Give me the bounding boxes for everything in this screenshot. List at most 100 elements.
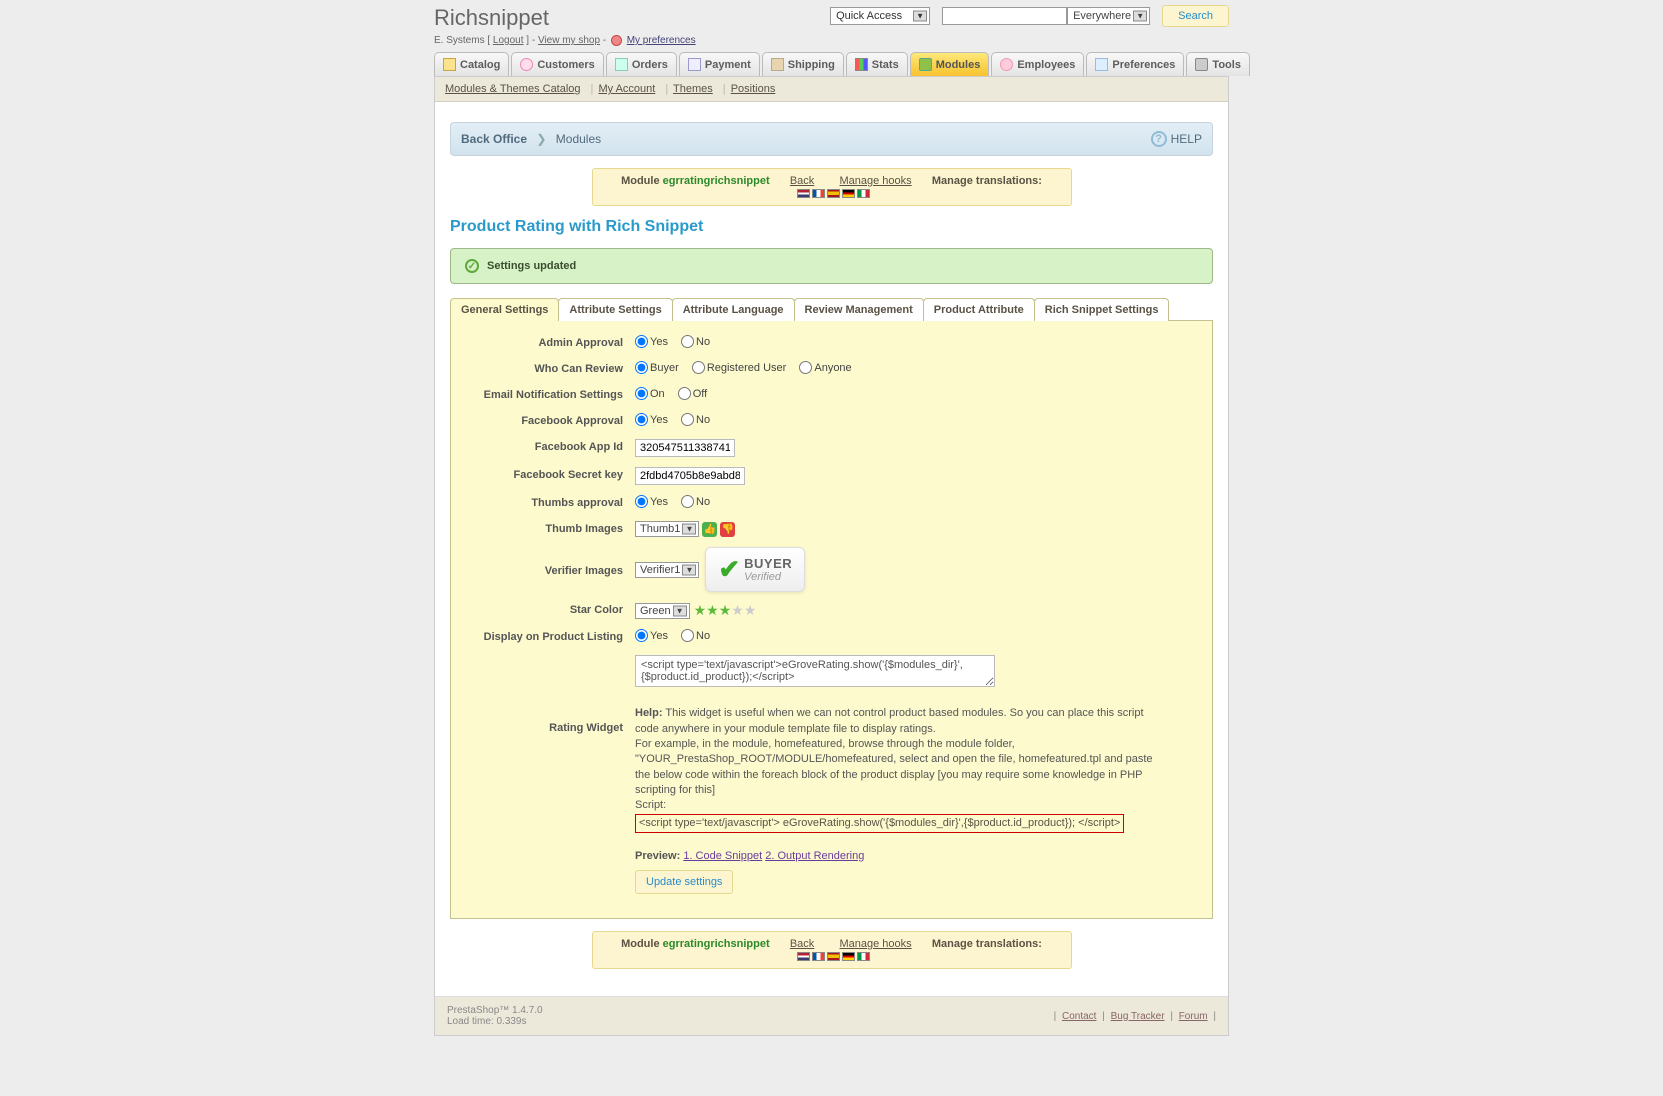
- update-settings-button[interactable]: Update settings: [635, 870, 733, 894]
- truck-icon: [771, 58, 784, 71]
- stab-rich-snippet[interactable]: Rich Snippet Settings: [1034, 298, 1170, 321]
- tab-payment[interactable]: Payment: [679, 52, 760, 76]
- star-color-select[interactable]: Green: [635, 603, 690, 619]
- stab-attribute-language[interactable]: Attribute Language: [672, 298, 795, 321]
- tab-tools[interactable]: Tools: [1186, 52, 1250, 76]
- stab-product-attribute[interactable]: Product Attribute: [923, 298, 1035, 321]
- search-input[interactable]: [942, 7, 1067, 25]
- subnav-positions[interactable]: Positions: [731, 83, 776, 95]
- thumb-down-icon: 👎: [720, 522, 735, 537]
- manage-hooks-link[interactable]: Manage hooks: [839, 175, 911, 187]
- star-icon: ★: [719, 602, 732, 618]
- subnav-bar: Modules & Themes Catalog| My Account| Th…: [435, 77, 1228, 102]
- chart-icon: [855, 58, 868, 71]
- tab-catalog[interactable]: Catalog: [434, 52, 509, 76]
- subnav-themes[interactable]: Themes: [673, 83, 713, 95]
- preview-code-link[interactable]: 1. Code Snippet: [683, 850, 762, 862]
- thumbs-approval-no[interactable]: [681, 495, 694, 508]
- tab-modules[interactable]: Modules: [910, 52, 990, 76]
- settings-tab-strip: General Settings Attribute Settings Attr…: [450, 298, 1213, 321]
- thumbs-approval-yes[interactable]: [635, 495, 648, 508]
- admin-approval-no[interactable]: [681, 335, 694, 348]
- fb-approval-no[interactable]: [681, 413, 694, 426]
- label-who-review: Who Can Review: [465, 361, 635, 375]
- display-listing-no[interactable]: [681, 629, 694, 642]
- fb-approval-yes[interactable]: [635, 413, 648, 426]
- label-rating-widget: Rating Widget: [465, 700, 635, 734]
- flag-it-icon[interactable]: [857, 189, 870, 198]
- reviewer-registered[interactable]: [692, 361, 705, 374]
- view-shop-link[interactable]: View my shop: [538, 35, 600, 46]
- manage-hooks-link-bottom[interactable]: Manage hooks: [839, 938, 911, 950]
- tab-stats[interactable]: Stats: [846, 52, 908, 76]
- script-highlight: <script type='text/javascript'> eGroveRa…: [635, 814, 1124, 833]
- subnav-my-account[interactable]: My Account: [598, 83, 655, 95]
- flag-it-icon[interactable]: [857, 952, 870, 961]
- stab-general[interactable]: General Settings: [450, 298, 559, 321]
- folder-icon: [443, 58, 456, 71]
- label-fb-appid: Facebook App Id: [465, 439, 635, 453]
- quick-access-select[interactable]: Quick Access: [830, 7, 930, 25]
- flag-us-icon[interactable]: [797, 189, 810, 198]
- load-time-text: Load time: 0.339s: [447, 1016, 543, 1027]
- email-notif-off[interactable]: [678, 387, 691, 400]
- tab-orders[interactable]: Orders: [606, 52, 677, 76]
- translation-flags-bottom: [797, 952, 870, 961]
- footer-bug-link[interactable]: Bug Tracker: [1111, 1011, 1165, 1022]
- flag-es-icon[interactable]: [827, 189, 840, 198]
- flag-de-icon[interactable]: [842, 189, 855, 198]
- logout-link[interactable]: Logout: [493, 35, 524, 46]
- label-email-notif: Email Notification Settings: [465, 387, 635, 401]
- footer-bar: PrestaShop™ 1.4.7.0 Load time: 0.339s | …: [435, 996, 1228, 1035]
- module-page-title: Product Rating with Rich Snippet: [450, 218, 1213, 236]
- module-info-bar-bottom: Module egrratingrichsnippet Back Manage …: [592, 931, 1072, 969]
- breadcrumb-modules[interactable]: Modules: [556, 132, 601, 146]
- tab-employees[interactable]: Employees: [991, 52, 1084, 76]
- help-link[interactable]: HELP: [1171, 132, 1202, 146]
- footer-forum-link[interactable]: Forum: [1179, 1011, 1208, 1022]
- settings-panel: Admin Approval Yes No Who Can Review Buy…: [450, 320, 1213, 919]
- stab-review-management[interactable]: Review Management: [794, 298, 924, 321]
- back-link[interactable]: Back: [790, 175, 814, 187]
- admin-approval-yes[interactable]: [635, 335, 648, 348]
- tab-customers[interactable]: Customers: [511, 52, 603, 76]
- label-display-listing: Display on Product Listing: [465, 629, 635, 643]
- subnav-modules-catalog[interactable]: Modules & Themes Catalog: [445, 83, 581, 95]
- flag-fr-icon[interactable]: [812, 952, 825, 961]
- thumb-image-select[interactable]: Thumb1: [635, 521, 699, 537]
- back-link-bottom[interactable]: Back: [790, 938, 814, 950]
- verifier-image-select[interactable]: Verifier1: [635, 562, 699, 578]
- flag-us-icon[interactable]: [797, 952, 810, 961]
- success-alert: ✓ Settings updated: [450, 248, 1213, 284]
- help-text: Help: This widget is useful when we can …: [635, 706, 1155, 864]
- label-thumbs-approval: Thumbs approval: [465, 495, 635, 509]
- search-scope-select[interactable]: Everywhere: [1067, 7, 1150, 25]
- thumb-up-icon: 👍: [702, 522, 717, 537]
- reviewer-buyer[interactable]: [635, 361, 648, 374]
- page-title: Richsnippet: [434, 5, 696, 31]
- person-icon: [520, 58, 533, 71]
- flag-de-icon[interactable]: [842, 952, 855, 961]
- preview-output-link[interactable]: 2. Output Rendering: [765, 850, 864, 862]
- tab-shipping[interactable]: Shipping: [762, 52, 844, 76]
- script-code-textarea[interactable]: <script type='text/javascript'>eGroveRat…: [635, 655, 995, 687]
- stab-attribute-settings[interactable]: Attribute Settings: [558, 298, 672, 321]
- fb-appid-input[interactable]: [635, 439, 735, 457]
- tab-preferences[interactable]: Preferences: [1086, 52, 1184, 76]
- email-notif-on[interactable]: [635, 387, 648, 400]
- flag-es-icon[interactable]: [827, 952, 840, 961]
- display-listing-yes[interactable]: [635, 629, 648, 642]
- fb-secret-input[interactable]: [635, 467, 745, 485]
- module-name: egrratingrichsnippet: [663, 938, 770, 950]
- preferences-icon: [1095, 58, 1108, 71]
- search-button[interactable]: Search: [1162, 5, 1229, 27]
- label-thumb-images: Thumb Images: [465, 521, 635, 535]
- star-icon: ★: [694, 602, 707, 618]
- flag-fr-icon[interactable]: [812, 189, 825, 198]
- translation-flags: [797, 189, 870, 198]
- breadcrumb-back-office[interactable]: Back Office: [461, 132, 527, 146]
- footer-contact-link[interactable]: Contact: [1062, 1011, 1096, 1022]
- my-preferences-link[interactable]: My preferences: [627, 35, 696, 46]
- reviewer-anyone[interactable]: [799, 361, 812, 374]
- chevron-right-icon: ❯: [536, 132, 546, 146]
